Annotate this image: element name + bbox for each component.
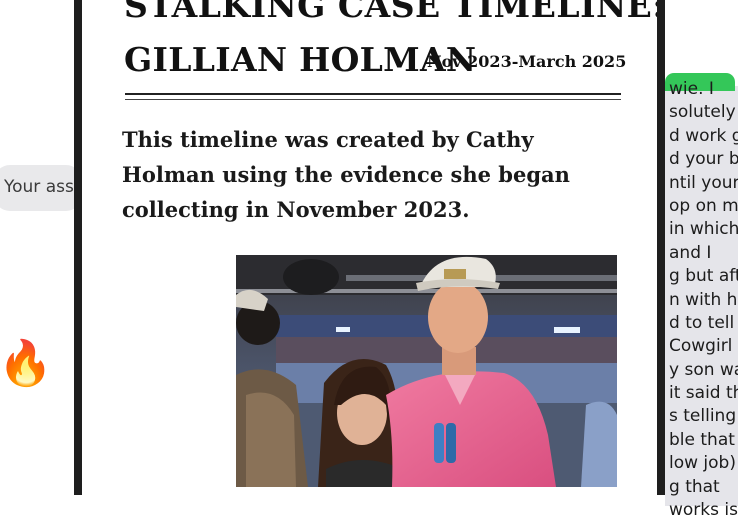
message-line: in which — [669, 219, 738, 240]
left-message-bubble: Your ass — [0, 165, 82, 211]
document-title-line1: STALKING CASE TIMELINE: — [124, 0, 657, 25]
message-line: and I — [669, 242, 712, 263]
message-line: ntil your — [669, 172, 738, 193]
message-line: d work g — [669, 125, 738, 146]
title-divider-bottom — [125, 99, 621, 100]
document-title-line2: GILLIAN HOLMAN — [124, 40, 477, 79]
couple-photo — [236, 255, 617, 487]
message-line: works is — [669, 500, 738, 521]
date-range: Nov 2023-March 2025 — [427, 52, 627, 71]
message-line: solutely — [669, 102, 736, 123]
message-line: wie. I — [669, 79, 714, 99]
document-border-right — [657, 0, 665, 495]
message-line: g that — [669, 476, 720, 497]
title-divider-top — [125, 93, 621, 95]
fire-emoji-icon: 🔥 — [0, 338, 53, 389]
message-line: op on my — [669, 195, 738, 216]
message-line: d to tell y — [669, 312, 738, 333]
document-border-left — [74, 0, 82, 495]
message-line: d your b — [669, 149, 738, 170]
couple-photo-image — [236, 255, 617, 487]
intro-paragraph: This timeline was created by Cathy Holma… — [122, 127, 570, 222]
left-message-text: Your ass — [4, 177, 74, 197]
left-message-strip — [0, 0, 78, 495]
message-line: y son was — [669, 359, 738, 380]
message-line: low job) — [669, 453, 736, 474]
message-line: it said th — [669, 383, 738, 404]
message-line: n with hi — [669, 289, 738, 310]
message-line: g but afte — [669, 266, 738, 287]
right-message-text: wie. I solutely d work g d your b ntil y… — [669, 78, 738, 522]
message-line: ble that s — [669, 429, 738, 450]
timeline-document: STALKING CASE TIMELINE: GILLIAN HOLMAN N… — [82, 0, 657, 495]
message-line: Cowgirl C — [669, 336, 738, 357]
message-line: s telling — [669, 406, 737, 427]
